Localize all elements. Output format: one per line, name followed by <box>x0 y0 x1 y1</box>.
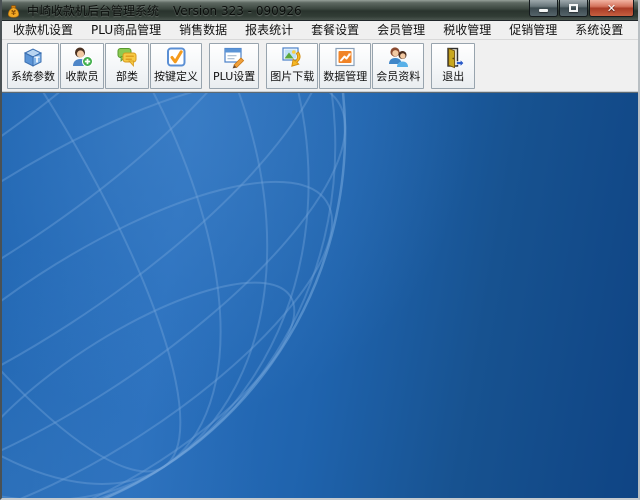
toolbar-button-label: PLU设置 <box>213 70 256 83</box>
toolbar-button-data-manage[interactable]: 数据管理 <box>319 43 372 89</box>
maximize-button[interactable] <box>559 0 588 17</box>
toolbar-button-label: 系统参数 <box>11 70 55 83</box>
menu-item-report-statistics[interactable]: 报表统计 <box>236 21 302 40</box>
plu-settings-pencil-icon <box>224 47 245 69</box>
close-button[interactable]: ✕ <box>589 0 634 17</box>
menu-item-promotion-management[interactable]: 促销管理 <box>500 21 566 40</box>
title-bar: ¥ 中崎收款机后台管理系统 Version 323 - 090926 ✕ <box>2 0 638 21</box>
cashier-person-icon <box>73 47 93 67</box>
toolbar-button-picture-download[interactable]: 图片下载 <box>266 43 319 89</box>
picture-download-arrow-icon <box>282 47 301 67</box>
toolbar-button-cashier[interactable]: 收款员 <box>60 43 104 89</box>
menu-item-register-settings[interactable]: 收款机设置 <box>4 21 82 40</box>
toolbar-button-system-params[interactable]: T 系统参数 <box>7 43 59 89</box>
system-cube-icon: T <box>23 48 43 67</box>
toolbar-button-label: 按键定义 <box>154 70 198 83</box>
toolbar-button-label: 部类 <box>116 70 138 83</box>
mdi-client-area <box>2 92 638 498</box>
data-chart-icon <box>335 47 355 67</box>
toolbar-button-member-profile[interactable]: 会员资料 <box>372 43 425 89</box>
menu-item-system-settings[interactable]: 系统设置 <box>566 21 632 40</box>
exit-door-icon <box>447 47 465 69</box>
category-bubbles-icon <box>117 48 137 68</box>
toolbar-button-label: 收款员 <box>65 70 99 83</box>
toolbar-button-label: 会员资料 <box>376 70 421 83</box>
app-version: Version 323 - 090926 <box>173 3 302 18</box>
menu-item-tax-management[interactable]: 税收管理 <box>434 21 500 40</box>
toolbar-button-key-define[interactable]: 按键定义 <box>150 43 202 89</box>
window-controls: ✕ <box>528 0 634 17</box>
svg-text:T: T <box>34 56 40 65</box>
toolbar: T 系统参数 收款员 部类 按键定义 PLU设置 图片下载 数据管理 会员资料 … <box>2 40 638 92</box>
app-title: 中崎收款机后台管理系统 <box>27 3 160 18</box>
menu-item-sales-data[interactable]: 销售数据 <box>170 21 236 40</box>
menu-item-member-management[interactable]: 会员管理 <box>368 21 434 40</box>
minimize-icon <box>539 8 548 12</box>
toolbar-button-label: 图片下载 <box>270 70 315 83</box>
toolbar-button-category[interactable]: 部类 <box>105 43 149 89</box>
app-window: ¥ 中崎收款机后台管理系统 Version 323 - 090926 ✕ 收款机设… <box>0 0 640 500</box>
close-icon: ✕ <box>606 1 617 15</box>
menu-bar: 收款机设置 PLU商品管理 销售数据 报表统计 套餐设置 会员管理 税收管理 促… <box>2 21 638 40</box>
toolbar-button-exit[interactable]: 退出 <box>431 43 476 89</box>
money-bag-icon: ¥ <box>7 4 20 18</box>
menu-item-combo-settings[interactable]: 套餐设置 <box>302 21 368 40</box>
member-people-icon <box>389 47 409 67</box>
svg-text:¥: ¥ <box>11 9 16 17</box>
maximize-icon <box>569 4 578 12</box>
key-define-check-icon <box>167 47 186 67</box>
window-title: 中崎收款机后台管理系统 Version 323 - 090926 <box>27 2 302 19</box>
toolbar-button-label: 退出 <box>442 70 465 83</box>
minimize-button[interactable] <box>529 0 558 17</box>
menu-item-plu-management[interactable]: PLU商品管理 <box>82 21 170 40</box>
toolbar-button-plu-settings[interactable]: PLU设置 <box>209 43 260 89</box>
toolbar-button-label: 数据管理 <box>323 70 368 83</box>
globe-wireframe <box>2 93 347 498</box>
